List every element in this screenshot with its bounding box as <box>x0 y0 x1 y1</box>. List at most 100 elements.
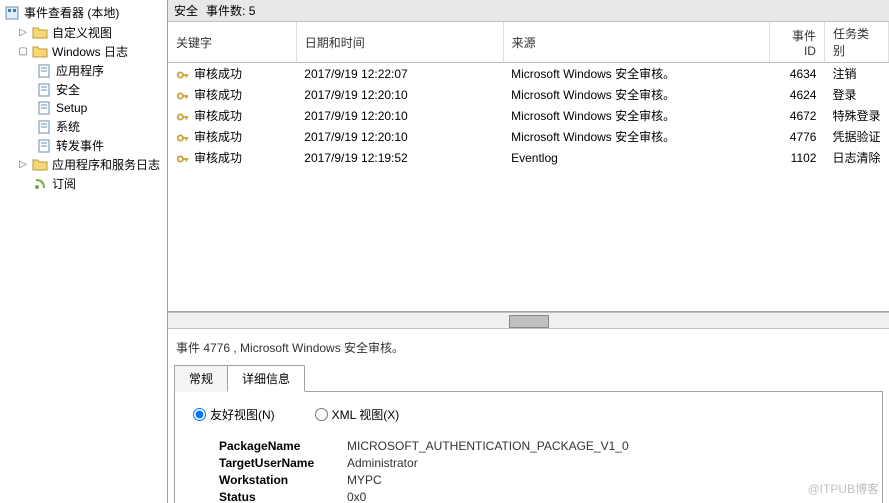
radio-xml-input[interactable] <box>315 408 328 421</box>
col-category[interactable]: 任务类别 <box>824 22 888 63</box>
folder-icon <box>32 44 48 60</box>
cell-datetime: 2017/9/19 12:19:52 <box>296 147 503 168</box>
table-row[interactable]: 审核成功 2017/9/19 12:20:10Microsoft Windows … <box>168 126 889 147</box>
table-row[interactable]: 审核成功 2017/9/19 12:20:10Microsoft Windows … <box>168 105 889 126</box>
event-viewer-icon <box>4 5 20 21</box>
label: 安全 <box>56 81 80 98</box>
table-row[interactable]: 审核成功 2017/9/19 12:19:52Eventlog1102日志清除 <box>168 147 889 168</box>
property-name: Workstation <box>219 473 347 487</box>
cell-eventid: 4634 <box>770 63 825 85</box>
detail-title: 事件 4776 , Microsoft Windows 安全审核。 <box>174 335 883 360</box>
cell-keyword: 审核成功 <box>194 151 242 165</box>
cell-category: 登录 <box>824 84 888 105</box>
log-icon <box>36 82 52 98</box>
cell-eventid: 1102 <box>770 147 825 168</box>
log-icon <box>36 138 52 154</box>
cell-source: Microsoft Windows 安全审核。 <box>503 105 770 126</box>
tree-subscriptions[interactable]: 订阅 <box>0 174 167 193</box>
radio-friendly-view[interactable]: 友好视图(N) <box>193 406 275 423</box>
cell-eventid: 4624 <box>770 84 825 105</box>
key-icon <box>176 110 190 124</box>
tree-setup-log[interactable]: Setup <box>0 99 167 117</box>
event-detail-panel: 事件 4776 , Microsoft Windows 安全审核。 常规 详细信… <box>168 329 889 503</box>
property-value: MYPC <box>347 473 382 487</box>
cell-category: 注销 <box>824 63 888 85</box>
cell-source: Eventlog <box>503 147 770 168</box>
col-source[interactable]: 来源 <box>503 22 770 63</box>
cell-keyword: 审核成功 <box>194 67 242 81</box>
tab-general[interactable]: 常规 <box>174 365 228 392</box>
key-icon <box>176 68 190 82</box>
log-name: 安全 <box>174 2 198 19</box>
tree-security-log[interactable]: 安全 <box>0 80 167 99</box>
radio-friendly-input[interactable] <box>193 408 206 421</box>
scrollbar-thumb[interactable] <box>509 315 549 328</box>
table-row[interactable]: 审核成功 2017/9/19 12:22:07Microsoft Windows … <box>168 63 889 85</box>
expand-icon: ▷ <box>18 159 28 170</box>
cell-eventid: 4776 <box>770 126 825 147</box>
cell-keyword: 审核成功 <box>194 88 242 102</box>
tree-custom-views[interactable]: ▷ 自定义视图 <box>0 23 167 42</box>
label: 系统 <box>56 118 80 135</box>
property-row: PackageNameMICROSOFT_AUTHENTICATION_PACK… <box>219 439 864 453</box>
log-icon <box>36 119 52 135</box>
col-datetime[interactable]: 日期和时间 <box>296 22 503 63</box>
folder-icon <box>32 157 48 173</box>
event-list[interactable]: 关键字 日期和时间 来源 事件 ID 任务类别 审核成功 2017/9/19 12… <box>168 22 889 312</box>
label: 转发事件 <box>56 137 104 154</box>
cell-datetime: 2017/9/19 12:20:10 <box>296 105 503 126</box>
tree-root[interactable]: 事件查看器 (本地) <box>0 2 167 23</box>
key-icon <box>176 131 190 145</box>
tree-windows-logs[interactable]: ▢ Windows 日志 <box>0 42 167 61</box>
collapse-icon: ▢ <box>18 46 28 57</box>
property-row: Status0x0 <box>219 490 864 503</box>
key-icon <box>176 89 190 103</box>
label: 订阅 <box>52 175 76 192</box>
property-row: TargetUserNameAdministrator <box>219 456 864 470</box>
tree-application-log[interactable]: 应用程序 <box>0 61 167 80</box>
property-name: PackageName <box>219 439 347 453</box>
cell-keyword: 审核成功 <box>194 109 242 123</box>
tab-details[interactable]: 详细信息 <box>227 365 305 392</box>
property-value: MICROSOFT_AUTHENTICATION_PACKAGE_V1_0 <box>347 439 629 453</box>
log-header-bar: 安全 事件数: 5 <box>168 0 889 22</box>
cell-keyword: 审核成功 <box>194 130 242 144</box>
table-row[interactable]: 审核成功2017/9/19 12:20:10Microsoft Windows … <box>168 84 889 105</box>
label: Setup <box>56 101 87 115</box>
cell-category: 特殊登录 <box>824 105 888 126</box>
horizontal-scrollbar[interactable] <box>168 312 889 329</box>
cell-source: Microsoft Windows 安全审核。 <box>503 126 770 147</box>
label: 应用程序和服务日志 <box>52 156 160 173</box>
cell-eventid: 4672 <box>770 105 825 126</box>
col-keyword[interactable]: 关键字 <box>168 22 296 63</box>
tree-system-log[interactable]: 系统 <box>0 117 167 136</box>
col-eventid[interactable]: 事件 ID <box>770 22 825 63</box>
event-count-label: 事件数: <box>206 4 245 18</box>
tree-forwarded-events[interactable]: 转发事件 <box>0 136 167 155</box>
radio-xml-view[interactable]: XML 视图(X) <box>315 406 400 423</box>
cell-datetime: 2017/9/19 12:20:10 <box>296 84 503 105</box>
label: Windows 日志 <box>52 43 128 60</box>
event-count-value: 5 <box>249 4 256 18</box>
folder-icon <box>32 25 48 41</box>
label: 应用程序 <box>56 62 104 79</box>
tree-apps-services[interactable]: ▷ 应用程序和服务日志 <box>0 155 167 174</box>
property-row: WorkstationMYPC <box>219 473 864 487</box>
label: 自定义视图 <box>52 24 112 41</box>
cell-source: Microsoft Windows 安全审核。 <box>503 63 770 85</box>
log-icon <box>36 100 52 116</box>
label: 友好视图(N) <box>210 406 275 423</box>
tree-root-label: 事件查看器 (本地) <box>24 4 119 21</box>
watermark: @ITPUB博客 <box>807 480 879 497</box>
cell-datetime: 2017/9/19 12:20:10 <box>296 126 503 147</box>
property-value: 0x0 <box>347 490 366 503</box>
navigation-tree: 事件查看器 (本地) ▷ 自定义视图 ▢ Windows 日志 应用程序 安全 … <box>0 0 168 503</box>
property-value: Administrator <box>347 456 418 470</box>
key-icon <box>176 152 190 166</box>
cell-datetime: 2017/9/19 12:22:07 <box>296 63 503 85</box>
property-name: Status <box>219 490 347 503</box>
label: XML 视图(X) <box>332 406 400 423</box>
subscribe-icon <box>32 176 48 192</box>
cell-category: 日志清除 <box>824 147 888 168</box>
property-name: TargetUserName <box>219 456 347 470</box>
